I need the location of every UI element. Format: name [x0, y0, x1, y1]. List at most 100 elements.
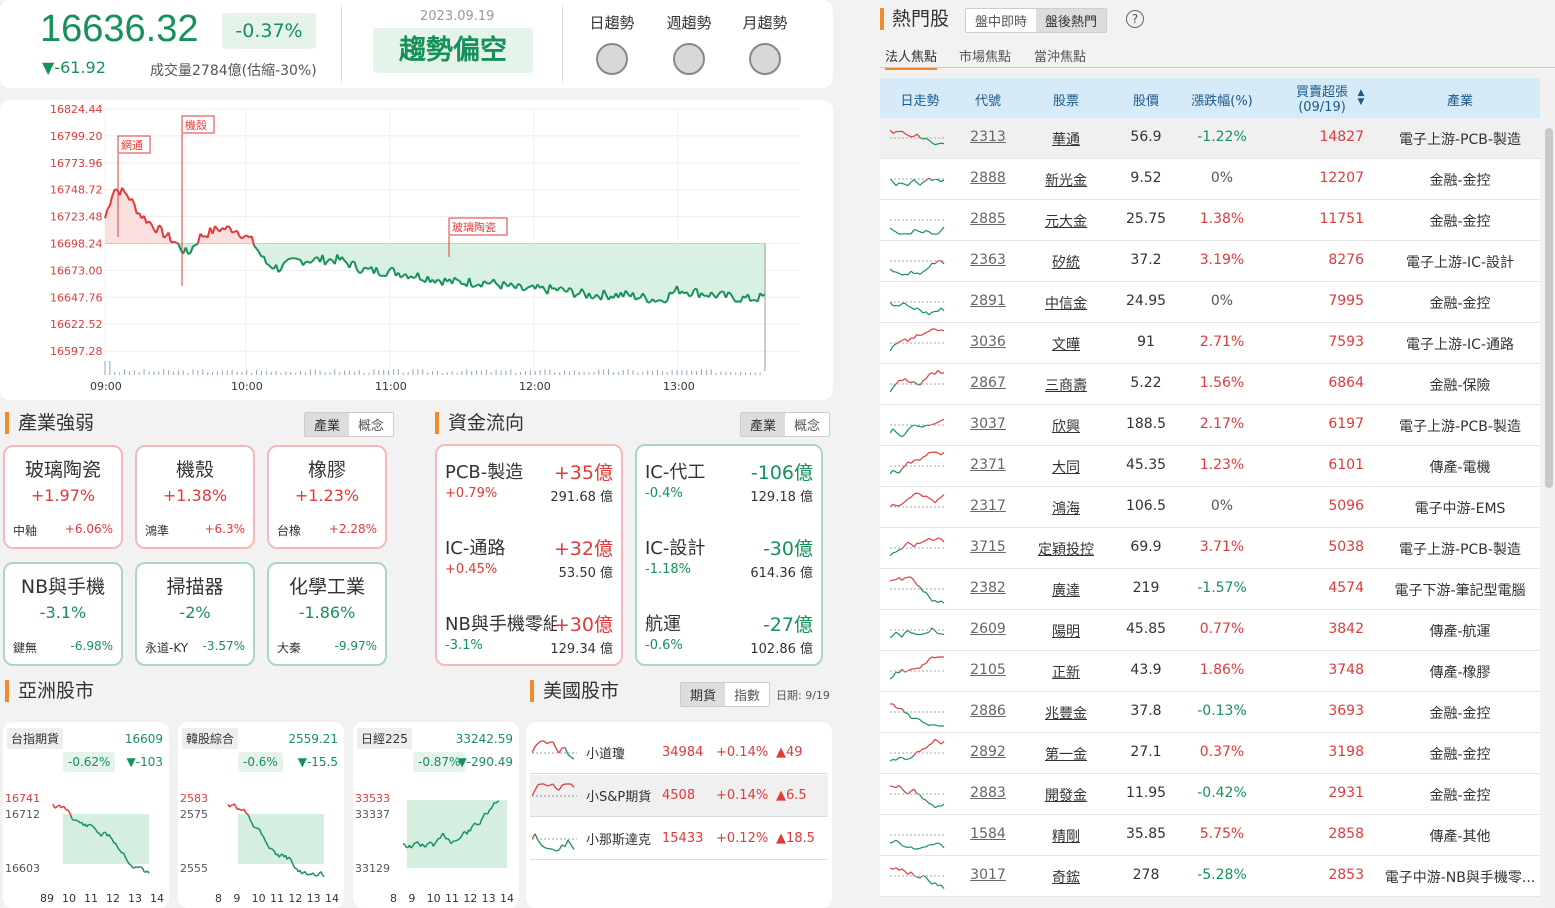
intraday-chart[interactable]: 16824.44 16799.20 16773.96 16748.72 16723.48…: [0, 100, 833, 400]
stock-code-link[interactable]: 2883: [960, 785, 1016, 801]
header-net-buy[interactable]: 買賣超張 (09/19): [1280, 81, 1364, 115]
subtab-daytrade[interactable]: 當沖焦點: [1034, 46, 1086, 65]
stock-code-link[interactable]: 3017: [960, 867, 1016, 883]
stock-code-link[interactable]: 2885: [960, 211, 1016, 227]
table-row[interactable]: 3715 定穎投控 69.9 3.71% 5038 電子上游-PCB-製造: [880, 528, 1540, 569]
table-row[interactable]: 2317 鴻海 106.5 0% 5096 電子中游-EMS: [880, 487, 1540, 528]
stock-code-link[interactable]: 3715: [960, 539, 1016, 555]
scrollbar[interactable]: [1543, 78, 1555, 908]
stock-code-link[interactable]: 2105: [960, 662, 1016, 678]
stock-name-link[interactable]: 第一金: [1026, 744, 1106, 764]
stock-code-link[interactable]: 2382: [960, 580, 1016, 596]
table-row[interactable]: 2371 大同 45.35 1.23% 6101 傳產-電機: [880, 446, 1540, 487]
stock-name-link[interactable]: 華通: [1026, 129, 1106, 149]
flow-tab-toggle[interactable]: 產業 概念: [740, 412, 831, 437]
flow-row[interactable]: 航運 -27億 -0.6% 102.86 億: [645, 610, 813, 670]
us-market-row[interactable]: 小那斯達克 15433 +0.12% ▲18.5: [530, 818, 828, 860]
table-row[interactable]: 2609 陽明 45.85 0.77% 3842 傳產-航運: [880, 610, 1540, 651]
flow-row[interactable]: PCB-製造 +35億 +0.79% 291.68 億: [445, 458, 613, 518]
us-tab-toggle[interactable]: 期貨 指數: [680, 682, 771, 707]
stock-code-link[interactable]: 2609: [960, 621, 1016, 637]
industry-card[interactable]: NB與手機 -3.1% 鍵無 -6.98%: [3, 562, 123, 666]
table-row[interactable]: 3017 奇鋐 278 -5.28% 2853 電子中游-NB與手機零...: [880, 856, 1540, 897]
stock-code-link[interactable]: 2867: [960, 375, 1016, 391]
us-market-row[interactable]: 小道瓊 34984 +0.14% ▲49: [530, 732, 828, 774]
stock-name-link[interactable]: 精剛: [1026, 826, 1106, 846]
stock-code-link[interactable]: 2892: [960, 744, 1016, 760]
stock-code-link[interactable]: 3036: [960, 334, 1016, 350]
stock-code-link[interactable]: 2891: [960, 293, 1016, 309]
stock-name-link[interactable]: 定穎投控: [1026, 539, 1106, 559]
hot-tab-toggle[interactable]: 盤中即時 盤後熱門: [965, 8, 1108, 33]
subtab-market[interactable]: 市場焦點: [959, 46, 1011, 65]
stock-code-link[interactable]: 2888: [960, 170, 1016, 186]
subtab-institutional[interactable]: 法人焦點: [885, 46, 938, 70]
table-row[interactable]: 2105 正新 43.9 1.86% 3748 傳產-橡膠: [880, 651, 1540, 692]
table-row[interactable]: 2382 廣達 219 -1.57% 4574 電子下游-筆記型電腦: [880, 569, 1540, 610]
tab-index[interactable]: 指數: [725, 683, 770, 706]
table-row[interactable]: 1584 精剛 35.85 5.75% 2858 傳產-其他: [880, 815, 1540, 856]
tab-after-hours[interactable]: 盤後熱門: [1036, 9, 1107, 32]
industry-card[interactable]: 機殼 +1.38% 鴻準 +6.3%: [135, 445, 255, 549]
asia-market-card[interactable]: 韓股綜合 2559.21 -0.6% ▼-15.5 2583 2575 2555 8 9 10 11…: [178, 722, 344, 908]
flow-row[interactable]: IC-設計 -30億 -1.18% 614.36 億: [645, 534, 813, 594]
us-market-row[interactable]: 小S&P期貨 4508 +0.14% ▲6.5: [530, 775, 828, 817]
table-row[interactable]: 3036 文曄 91 2.71% 7593 電子上游-IC-通路: [880, 323, 1540, 364]
tab-intraday[interactable]: 盤中即時: [966, 9, 1037, 32]
table-row[interactable]: 2886 兆豐金 37.8 -0.13% 3693 金融-金控: [880, 692, 1540, 733]
industry-card[interactable]: 掃描器 -2% 永道-KY -3.57%: [135, 562, 255, 666]
industry-card[interactable]: 玻璃陶瓷 +1.97% 中釉 +6.06%: [3, 445, 123, 549]
stock-name-link[interactable]: 元大金: [1026, 211, 1106, 231]
table-row[interactable]: 2885 元大金 25.75 1.38% 11751 金融-金控: [880, 200, 1540, 241]
tab-concept[interactable]: 概念: [349, 413, 394, 436]
scrollbar-thumb[interactable]: [1545, 128, 1553, 488]
stock-name-link[interactable]: 欣興: [1026, 416, 1106, 436]
table-row[interactable]: 2888 新光金 9.52 0% 12207 金融-金控: [880, 159, 1540, 200]
stock-name-link[interactable]: 文曄: [1026, 334, 1106, 354]
stock-name-link[interactable]: 矽統: [1026, 252, 1106, 272]
help-icon[interactable]: ?: [1126, 10, 1144, 28]
asia-market-card[interactable]: 日經225 33242.59 -0.87% ▼-290.49 33533 33337 331…: [353, 722, 519, 908]
trend-daily[interactable]: 日趨勢: [582, 12, 642, 75]
stock-name-link[interactable]: 廣達: [1026, 580, 1106, 600]
stock-name-link[interactable]: 鴻海: [1026, 498, 1106, 518]
flow-row[interactable]: IC-代工 -106億 -0.4% 129.18 億: [645, 458, 813, 518]
stock-code-link[interactable]: 2313: [960, 129, 1016, 145]
stock-name-link[interactable]: 開發金: [1026, 785, 1106, 805]
stock-name-link[interactable]: 正新: [1026, 662, 1106, 682]
stock-code-link[interactable]: 2317: [960, 498, 1016, 514]
stock-name-link[interactable]: 兆豐金: [1026, 703, 1106, 723]
flow-row[interactable]: NB與手機零組件+30億 -3.1% 129.34 億: [445, 610, 613, 670]
sort-icon[interactable]: ▲▼: [1356, 89, 1366, 107]
tab-concept[interactable]: 概念: [785, 413, 830, 436]
asia-market-card[interactable]: 台指期貨 16609 -0.62% ▼-103 16741 16712 16603 89 10 1…: [3, 722, 169, 908]
intraday-chart-card[interactable]: 16824.44 16799.20 16773.96 16748.72 16723.48…: [0, 100, 833, 400]
stock-code-link[interactable]: 2371: [960, 457, 1016, 473]
table-row[interactable]: 3037 欣興 188.5 2.17% 6197 電子上游-PCB-製造: [880, 405, 1540, 446]
tab-industry[interactable]: 產業: [305, 413, 350, 436]
trend-weekly[interactable]: 週趨勢: [659, 12, 719, 75]
stock-name-link[interactable]: 新光金: [1026, 170, 1106, 190]
tab-industry[interactable]: 產業: [741, 413, 786, 436]
table-row[interactable]: 2313 華通 56.9 -1.22% 14827 電子上游-PCB-製造: [880, 118, 1540, 159]
stock-code-link[interactable]: 1584: [960, 826, 1016, 842]
stock-code-link[interactable]: 2363: [960, 252, 1016, 268]
stock-code-link[interactable]: 3037: [960, 416, 1016, 432]
table-row[interactable]: 2867 三商壽 5.22 1.56% 6864 金融-保險: [880, 364, 1540, 405]
trend-monthly[interactable]: 月趨勢: [735, 12, 795, 75]
stock-name-link[interactable]: 陽明: [1026, 621, 1106, 641]
industry-card[interactable]: 化學工業 -1.86% 大秦 -9.97%: [267, 562, 387, 666]
stock-name-link[interactable]: 三商壽: [1026, 375, 1106, 395]
tab-futures[interactable]: 期貨: [681, 683, 726, 706]
table-row[interactable]: 2883 開發金 11.95 -0.42% 2931 金融-金控: [880, 774, 1540, 815]
stock-name-link[interactable]: 奇鋐: [1026, 867, 1106, 887]
stock-code-link[interactable]: 2886: [960, 703, 1016, 719]
table-row[interactable]: 2363 矽統 37.2 3.19% 8276 電子上游-IC-設計: [880, 241, 1540, 282]
industry-tab-toggle[interactable]: 產業 概念: [304, 412, 395, 437]
stock-name-link[interactable]: 大同: [1026, 457, 1106, 477]
stock-name-link[interactable]: 中信金: [1026, 293, 1106, 313]
table-row[interactable]: 2892 第一金 27.1 0.37% 3198 金融-金控: [880, 733, 1540, 774]
table-row[interactable]: 2891 中信金 24.95 0% 7995 金融-金控: [880, 282, 1540, 323]
flow-row[interactable]: IC-通路 +32億 +0.45% 53.50 億: [445, 534, 613, 594]
industry-card[interactable]: 橡膠 +1.23% 台橡 +2.28%: [267, 445, 387, 549]
